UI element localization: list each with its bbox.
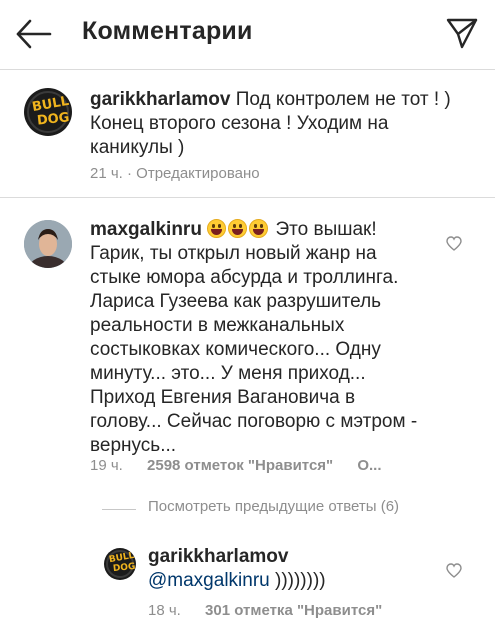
caption-line: Конец второго сезона ! Уходим на [90, 113, 389, 134]
back-arrow-icon [16, 19, 52, 49]
share-button[interactable] [445, 16, 479, 50]
comment-likes-button[interactable]: 2598 отметок "Нравится" [147, 457, 333, 474]
comment-line: состыковках комического... Одну [90, 339, 381, 360]
comment-line: стыке юмора абсурда и троллинга. [90, 267, 399, 288]
comment-time: 19 ч. [90, 457, 123, 474]
avatar[interactable]: BULL DOG [104, 548, 136, 580]
caption-text: garikkharlamov Под контролем не тот ! ) … [90, 88, 480, 160]
reply-text: garikkharlamov @maxgalkinru )))))))) [148, 545, 438, 593]
divider-line [102, 509, 136, 510]
comment-meta: 19 ч. 2598 отметок "Нравится" О... [90, 457, 382, 474]
like-heart-icon[interactable] [446, 236, 462, 251]
reply-body: )))))))) [269, 570, 326, 591]
caption-line: каникулы ) [90, 137, 185, 158]
avatar[interactable]: BULL DOG [24, 88, 72, 136]
comment-username[interactable]: maxgalkinru [90, 219, 202, 240]
top-bar: Комментарии [0, 0, 495, 70]
reply-time: 18 ч. [148, 602, 181, 619]
comment-line: Приход Евгения Вагановича в [90, 387, 356, 408]
logo-text-bottom: DOG [36, 110, 71, 129]
laughing-emoji-icon [228, 219, 248, 238]
mention-link[interactable]: @maxgalkinru [148, 570, 270, 591]
logo-text-bottom: DOG [112, 561, 136, 575]
reply-meta: 18 ч. 301 отметка "Нравится" [148, 602, 382, 619]
comment-line: Это вышак! [275, 219, 377, 240]
view-previous-replies-label[interactable]: Посмотреть предыдущие ответы (6) [148, 498, 399, 515]
profile-photo [24, 220, 72, 268]
back-button[interactable] [14, 16, 54, 52]
comment-line: вернусь... [90, 435, 177, 456]
page-title: Комментарии [82, 17, 253, 45]
paper-plane-icon [446, 18, 478, 49]
reply-username[interactable]: garikkharlamov [148, 545, 438, 569]
caption-meta: 21 ч. · Отредактировано [90, 165, 260, 182]
reply-button[interactable]: О... [357, 457, 381, 474]
avatar[interactable] [24, 220, 72, 268]
comment-line: реальности в межканальных [90, 315, 345, 336]
comment-line: минуту... это... У меня приход... [90, 363, 366, 384]
caption-line: Под контролем не тот ! ) [235, 89, 451, 110]
comment-line: Лариса Гузеева как разрушитель [90, 291, 382, 312]
caption-username[interactable]: garikkharlamov [90, 89, 230, 110]
laughing-emoji-icon [249, 219, 269, 238]
comment-line: голову... Сейчас поговорю с мэтром - [90, 411, 418, 432]
edited-label: · Отредактировано [127, 165, 260, 182]
post-caption: BULL DOG garikkharlamov Под контролем не… [0, 70, 495, 198]
caption-time: 21 ч. [90, 165, 123, 182]
comment-text: maxgalkinru Это вышак! Гарик, ты открыл … [90, 218, 450, 458]
like-heart-icon[interactable] [446, 563, 462, 578]
laughing-emoji-icon [207, 219, 227, 238]
reply-likes-button[interactable]: 301 отметка "Нравится" [205, 602, 382, 619]
comment-line: Гарик, ты открыл новый жанр на [90, 243, 377, 264]
